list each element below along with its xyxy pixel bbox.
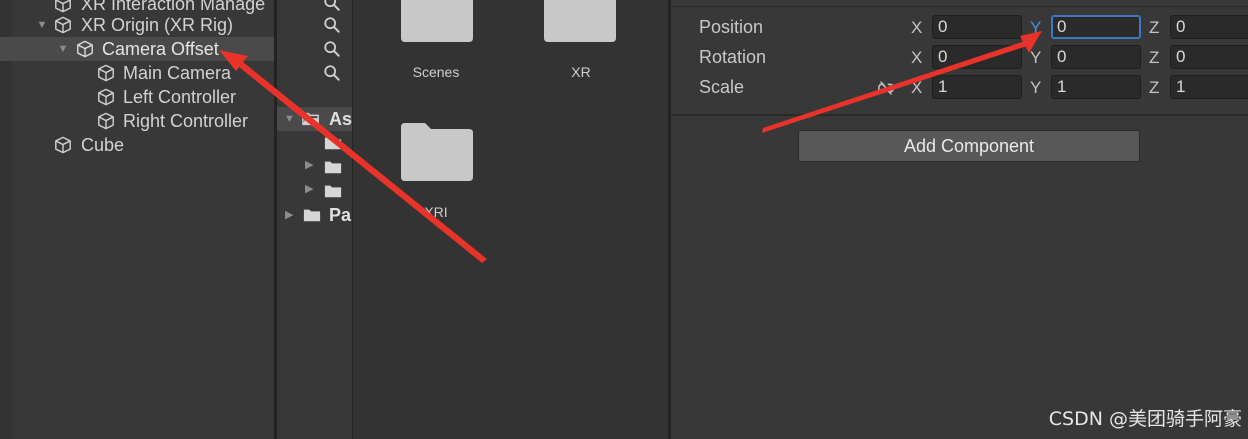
folder-tile-label: Scenes bbox=[412, 64, 460, 80]
tree-item-label: Pa bbox=[329, 205, 352, 225]
hierarchy-item-label: Camera Offset bbox=[102, 39, 219, 59]
rotation-label[interactable]: Rotation bbox=[699, 47, 766, 68]
search-icon[interactable] bbox=[323, 0, 341, 12]
search-icon[interactable] bbox=[323, 40, 341, 58]
folder-icon bbox=[401, 123, 473, 181]
gameobject-cube-icon bbox=[98, 88, 114, 106]
hierarchy-item-label: Main Camera bbox=[123, 63, 232, 83]
axis-z-label[interactable]: Z bbox=[1149, 48, 1159, 68]
inspector-panel: Position X 0 Y 0 Z 0 Rotation X 0 Y 0 Z … bbox=[671, 0, 1248, 439]
axis-x-label[interactable]: X bbox=[911, 78, 922, 98]
project-folder-tree: ▼ As ▶ ▶ ▶ Pa bbox=[277, 0, 352, 439]
gameobject-cube-icon bbox=[98, 64, 114, 82]
axis-y-label[interactable]: Y bbox=[1030, 78, 1041, 98]
folder-icon[interactable] bbox=[324, 183, 342, 199]
hierarchy-item-label: Left Controller bbox=[123, 87, 237, 107]
expand-arrow-icon[interactable]: ▶ bbox=[285, 203, 293, 227]
tree-item-assets[interactable]: ▼ As bbox=[277, 107, 352, 131]
axis-z-label[interactable]: Z bbox=[1149, 18, 1159, 38]
gameobject-cube-icon bbox=[55, 16, 71, 34]
gameobject-cube-icon bbox=[77, 40, 93, 58]
project-files-grid: Scenes XR XRI bbox=[353, 0, 668, 439]
folder-tile-label: XR bbox=[571, 64, 591, 80]
gameobject-cube-icon bbox=[55, 0, 71, 13]
constrain-proportions-icon[interactable] bbox=[877, 79, 895, 97]
search-icon[interactable] bbox=[323, 16, 341, 34]
rotation-z-field[interactable]: 0 bbox=[1170, 45, 1248, 69]
watermark-text: CSDN @美团骑手阿豪 bbox=[1048, 408, 1242, 430]
folder-tile-label: XRI bbox=[424, 204, 448, 220]
axis-y-label[interactable]: Y bbox=[1030, 18, 1041, 38]
position-label[interactable]: Position bbox=[699, 17, 763, 38]
tree-item-label: As bbox=[329, 109, 352, 129]
position-y-field[interactable]: 0 bbox=[1051, 15, 1141, 39]
hierarchy-item-main-camera[interactable]: Main Camera bbox=[0, 61, 274, 85]
hierarchy-item-right-controller[interactable]: Right Controller bbox=[0, 109, 274, 133]
add-component-button[interactable]: Add Component bbox=[798, 130, 1140, 162]
expand-arrow-icon[interactable]: ▼ bbox=[36, 13, 48, 37]
hierarchy-item-xr-origin[interactable]: ▼ XR Origin (XR Rig) bbox=[0, 13, 274, 37]
position-x-field[interactable]: 0 bbox=[932, 15, 1022, 39]
rotation-x-field[interactable]: 0 bbox=[932, 45, 1022, 69]
hierarchy-item-label: XR Origin (XR Rig) bbox=[81, 15, 234, 35]
hierarchy-item-left-controller[interactable]: Left Controller bbox=[0, 85, 274, 109]
position-z-field[interactable]: 0 bbox=[1170, 15, 1248, 39]
folder-icon bbox=[303, 209, 321, 222]
component-separator bbox=[671, 114, 1248, 116]
axis-x-label[interactable]: X bbox=[911, 18, 922, 38]
scale-z-field[interactable]: 1 bbox=[1170, 75, 1248, 99]
rotation-y-field[interactable]: 0 bbox=[1051, 45, 1141, 69]
folder-icon[interactable] bbox=[324, 135, 342, 151]
inspector-top-border bbox=[671, 6, 1248, 7]
hierarchy-item-label: Cube bbox=[81, 135, 125, 155]
scale-x-field[interactable]: 1 bbox=[932, 75, 1022, 99]
gameobject-cube-icon bbox=[55, 136, 71, 154]
axis-z-label[interactable]: Z bbox=[1149, 78, 1159, 98]
folder-icon bbox=[544, 0, 616, 42]
axis-x-label[interactable]: X bbox=[911, 48, 922, 68]
folder-icon bbox=[401, 0, 473, 42]
expand-arrow-icon[interactable]: ▶ bbox=[305, 182, 313, 195]
folder-icon[interactable] bbox=[324, 159, 342, 175]
hierarchy-item-cube[interactable]: Cube bbox=[0, 133, 274, 157]
hierarchy-item-camera-offset[interactable]: ▼ Camera Offset bbox=[0, 37, 274, 61]
axis-y-label[interactable]: Y bbox=[1030, 48, 1041, 68]
scale-y-field[interactable]: 1 bbox=[1051, 75, 1141, 99]
open-folder-icon bbox=[302, 112, 320, 126]
expand-arrow-icon[interactable]: ▶ bbox=[305, 158, 313, 171]
expand-arrow-icon[interactable]: ▼ bbox=[57, 37, 69, 61]
scale-label[interactable]: Scale bbox=[699, 77, 744, 98]
hierarchy-item-label: Right Controller bbox=[123, 111, 249, 131]
search-icon[interactable] bbox=[323, 64, 341, 82]
tree-item-packages[interactable]: ▶ Pa bbox=[277, 203, 352, 227]
hierarchy-panel: XR Interaction Manage ▼ XR Origin (XR Ri… bbox=[0, 0, 274, 439]
expand-arrow-icon[interactable]: ▼ bbox=[284, 107, 295, 131]
gameobject-cube-icon bbox=[98, 112, 114, 130]
